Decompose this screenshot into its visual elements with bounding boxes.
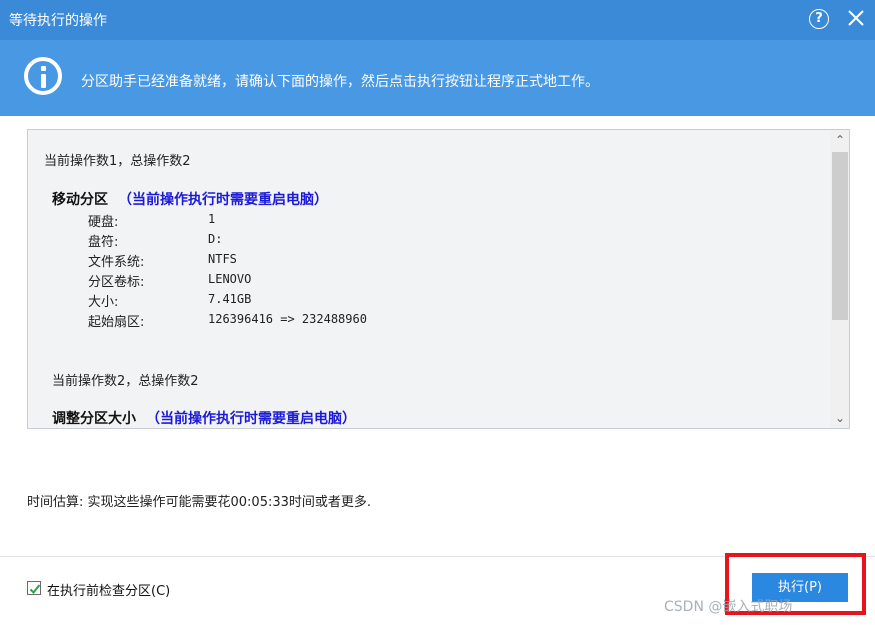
detail-label-disk: 硬盘:	[88, 215, 119, 230]
operation-count-2: 当前操作数2，总操作数2	[52, 374, 199, 389]
detail-label-file-system: 文件系统:	[88, 255, 145, 270]
operation-name-2: 调整分区大小	[52, 411, 136, 427]
detail-value-file-system: NTFS	[208, 252, 237, 266]
detail-label-volume-label: 分区卷标:	[88, 275, 145, 290]
vertical-scrollbar[interactable]: ⌃ ⌄	[830, 130, 849, 428]
operation-title-1: 移动分区 （当前操作执行时需要重启电脑）	[52, 189, 328, 209]
info-icon	[24, 57, 62, 95]
info-banner: 分区助手已经准备就绪，请确认下面的操作，然后点击执行按钮让程序正式地工作。	[0, 40, 875, 116]
operation-name-1: 移动分区	[52, 192, 108, 208]
operations-content: 当前操作数1，总操作数2 移动分区 （当前操作执行时需要重启电脑） 硬盘: 1 盘…	[28, 130, 830, 428]
watermark: CSDN @嵌入式职场	[664, 599, 793, 615]
time-estimate: 时间估算: 实现这些操作可能需要花00:05:33时间或者更多.	[27, 495, 372, 510]
close-button[interactable]	[845, 7, 867, 29]
detail-value-disk: 1	[208, 212, 216, 226]
check-partition-label[interactable]: 在执行前检查分区(C)	[47, 580, 170, 599]
detail-value-start-sector: 126396416 => 232488960	[208, 312, 367, 326]
title-bar: 等待执行的操作 ?	[0, 0, 875, 40]
detail-label-start-sector: 起始扇区:	[88, 315, 145, 330]
close-icon	[848, 10, 864, 26]
detail-label-drive-letter: 盘符:	[88, 235, 119, 250]
detail-value-size: 7.41GB	[208, 292, 252, 306]
scroll-thumb[interactable]	[832, 152, 848, 320]
detail-label-size: 大小:	[88, 295, 119, 310]
help-button[interactable]: ?	[809, 9, 829, 29]
scroll-up-icon[interactable]: ⌃	[830, 130, 849, 150]
operation-title-2: 调整分区大小 （当前操作执行时需要重启电脑）	[52, 408, 356, 428]
operation-count-1: 当前操作数1，总操作数2	[44, 154, 191, 169]
detail-value-drive-letter: D:	[208, 232, 223, 246]
window-title: 等待执行的操作	[9, 13, 107, 29]
checkmark-icon	[29, 584, 41, 594]
scroll-down-icon[interactable]: ⌄	[830, 408, 849, 428]
operations-list[interactable]: 当前操作数1，总操作数2 移动分区 （当前操作执行时需要重启电脑） 硬盘: 1 盘…	[27, 129, 850, 429]
operation-note-2: （当前操作执行时需要重启电脑）	[146, 411, 356, 427]
check-partition-checkbox[interactable]	[27, 581, 41, 595]
banner-message: 分区助手已经准备就绪，请确认下面的操作，然后点击执行按钮让程序正式地工作。	[81, 74, 599, 90]
detail-value-volume-label: LENOVO	[208, 272, 252, 286]
operation-note-1: （当前操作执行时需要重启电脑）	[118, 192, 328, 208]
